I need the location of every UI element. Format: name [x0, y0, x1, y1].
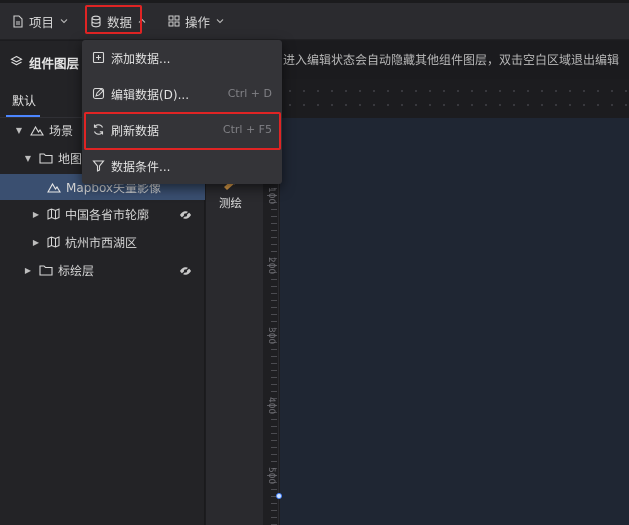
menu-item-label: 添加数据... — [111, 52, 171, 66]
ruler-label: 400 — [266, 397, 276, 415]
data-menu-highlight — [85, 5, 142, 34]
ruler-tick — [271, 237, 277, 238]
ruler-tick — [271, 307, 277, 308]
tree-item-label: 中国各省市轮廓 — [65, 207, 150, 222]
ruler-label: 100 — [266, 187, 276, 205]
ruler-tick — [271, 391, 277, 392]
panel-title-text: 组件图层 — [29, 56, 80, 71]
layers-icon — [10, 55, 23, 71]
ruler-tick — [271, 419, 277, 420]
folder-icon — [39, 152, 53, 164]
ruler-tick — [271, 426, 277, 427]
menu-project[interactable]: 项目 — [12, 8, 69, 34]
ruler-tick — [271, 251, 277, 252]
caret-down-icon[interactable]: ▼ — [23, 153, 33, 163]
map-canvas[interactable] — [280, 118, 629, 525]
menu-operations[interactable]: 操作 — [168, 8, 225, 34]
menu-item-label: 编辑数据(D)... — [111, 88, 190, 102]
menu-item-data-condition[interactable]: 数据条件... — [82, 148, 282, 184]
tree-item-label: 场景 — [49, 123, 74, 138]
tree-item-label: 地图 — [58, 151, 83, 166]
map-icon — [47, 236, 60, 248]
ruler-tick — [271, 209, 277, 210]
ruler-tick — [271, 440, 277, 441]
ruler-label: 200 — [266, 257, 276, 275]
eye-hidden-icon[interactable] — [179, 209, 192, 223]
add-square-icon — [92, 51, 105, 67]
tree-item-label: 杭州市西湖区 — [65, 235, 138, 250]
mountain-icon — [47, 181, 61, 193]
menu-item-shortcut: Ctrl + D — [227, 87, 272, 100]
ruler-tick — [271, 454, 277, 455]
caret-right-icon[interactable]: ▶ — [31, 209, 41, 219]
ruler-tick — [271, 216, 277, 217]
dot-grid — [279, 80, 629, 106]
chevron-down-icon — [215, 16, 225, 26]
ruler-tick — [271, 517, 277, 518]
menu-item-edit-data[interactable]: 编辑数据(D)... Ctrl + D — [82, 76, 282, 112]
map-icon — [47, 208, 60, 220]
top-edge — [0, 0, 629, 3]
ruler-tick — [271, 356, 277, 357]
grid-icon — [168, 15, 180, 27]
tree-item-hangzhou-xihu[interactable]: ▶ 杭州市西湖区 — [0, 229, 205, 255]
ruler-label: 500 — [266, 467, 276, 485]
refresh-item-highlight — [84, 112, 281, 150]
ruler-tick — [271, 223, 277, 224]
ruler-tick — [271, 461, 277, 462]
eye-hidden-icon[interactable] — [179, 265, 192, 279]
ruler-tick — [271, 370, 277, 371]
ruler-tick — [271, 384, 277, 385]
caret-down-icon[interactable]: ▼ — [14, 125, 24, 135]
menu-operations-label: 操作 — [185, 14, 211, 30]
caret-right-icon[interactable]: ▶ — [31, 237, 41, 247]
file-icon — [12, 14, 24, 28]
ruler-tick — [271, 230, 277, 231]
edit-hint-text: 进入编辑状态会自动隐藏其他组件图层，双击空白区域退出编辑 — [283, 53, 620, 67]
ruler-tick — [271, 321, 277, 322]
ruler-tick — [271, 377, 277, 378]
ruler-tick — [271, 447, 277, 448]
resize-handle[interactable] — [276, 493, 282, 499]
folder-icon — [39, 264, 53, 276]
chevron-down-icon — [59, 16, 69, 26]
panel-title: 组件图层 — [10, 53, 79, 72]
mountain-icon — [30, 124, 44, 136]
measure-tool-label[interactable]: 测绘 — [219, 195, 242, 211]
tree-item-label: 标绘层 — [58, 263, 95, 278]
tree-item-china-provinces[interactable]: ▶ 中国各省市轮廓 — [0, 201, 205, 227]
menu-item-add-data[interactable]: 添加数据... — [82, 40, 282, 76]
ruler-label: 300 — [266, 327, 276, 345]
ruler-tick — [271, 510, 277, 511]
ruler-tick — [271, 503, 277, 504]
ruler-tick — [271, 433, 277, 434]
ruler-tick — [271, 286, 277, 287]
ruler-tick — [271, 349, 277, 350]
menu-item-label: 数据条件... — [111, 160, 171, 174]
ruler-tick — [271, 363, 277, 364]
ruler-tick — [271, 314, 277, 315]
caret-right-icon[interactable]: ▶ — [23, 265, 33, 275]
ruler-tick — [271, 244, 277, 245]
edit-icon — [92, 87, 105, 103]
ruler-tick — [271, 300, 277, 301]
tree-item-plot-layer[interactable]: ▶ 标绘层 — [0, 257, 205, 283]
tab-default[interactable]: 默认 — [12, 92, 36, 109]
ruler-tick — [271, 279, 277, 280]
ruler-tick — [271, 489, 277, 490]
filter-icon — [92, 159, 105, 175]
ruler-tick — [271, 293, 277, 294]
menu-project-label: 项目 — [29, 14, 55, 30]
